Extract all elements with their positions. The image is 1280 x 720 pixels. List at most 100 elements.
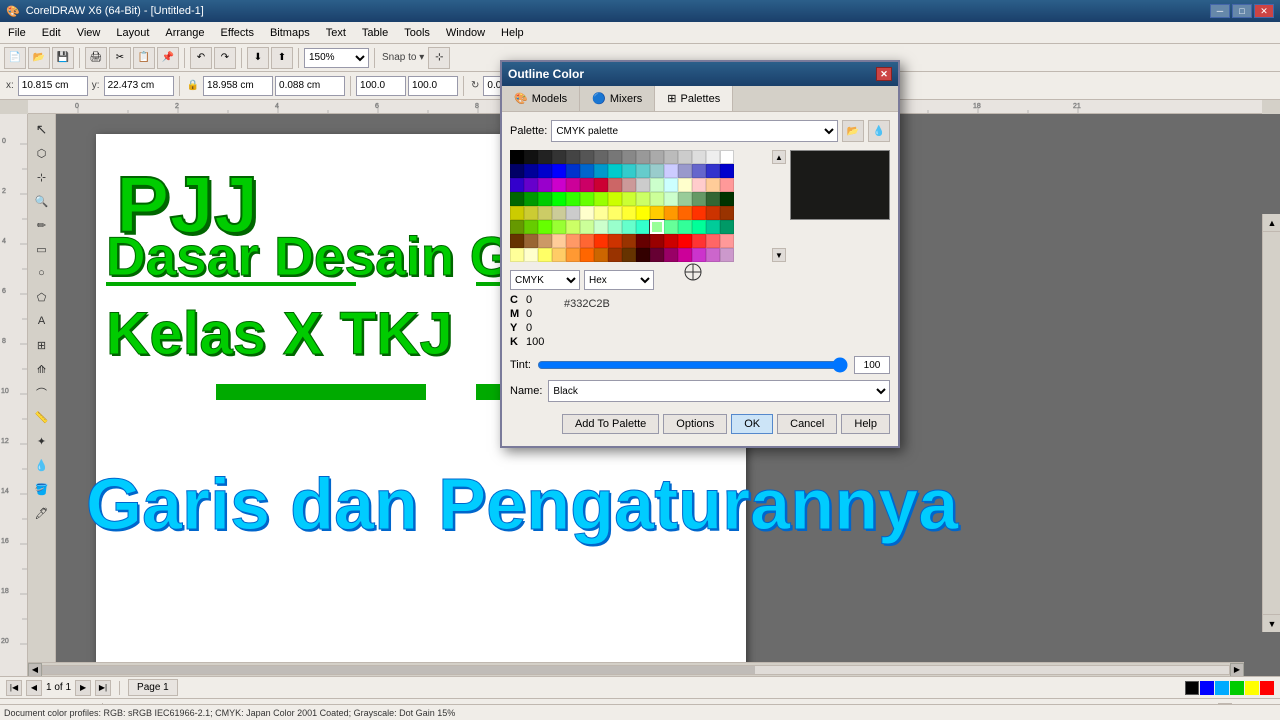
swatch-cell[interactable] <box>664 206 678 220</box>
menu-tools[interactable]: Tools <box>396 22 438 43</box>
swatch-cell[interactable] <box>608 234 622 248</box>
swatch-cell[interactable] <box>608 220 622 234</box>
page-next-btn[interactable]: ▶ <box>75 680 91 696</box>
swatch-cell[interactable] <box>622 164 636 178</box>
swatch-cell[interactable] <box>664 234 678 248</box>
swatch-cell[interactable] <box>650 206 664 220</box>
swatch-cell[interactable] <box>552 150 566 164</box>
swatch-cell[interactable] <box>566 220 580 234</box>
menu-text[interactable]: Text <box>318 22 354 43</box>
swatch-cell[interactable] <box>580 206 594 220</box>
ellipse-tool[interactable]: ○ <box>31 262 53 284</box>
maximize-button[interactable]: □ <box>1232 4 1252 18</box>
swatch-cell[interactable] <box>580 220 594 234</box>
scroll-right-btn[interactable]: ▶ <box>1230 663 1244 677</box>
swatch-cell[interactable] <box>524 178 538 192</box>
freehand-tool[interactable]: ✏ <box>31 214 53 236</box>
scroll-left-btn[interactable]: ◀ <box>28 663 42 677</box>
swatch-cell[interactable] <box>664 164 678 178</box>
swatch-cell[interactable] <box>566 164 580 178</box>
scale-y-input[interactable] <box>408 76 458 96</box>
table-tool[interactable]: ⊞ <box>31 334 53 356</box>
swatch-cell[interactable] <box>720 164 734 178</box>
add-to-palette-button[interactable]: Add To Palette <box>562 414 659 434</box>
menu-arrange[interactable]: Arrange <box>157 22 212 43</box>
swatch-cell[interactable] <box>608 248 622 262</box>
page-last-btn[interactable]: ▶| <box>95 680 111 696</box>
swatch-cell[interactable] <box>538 234 552 248</box>
swatch-cell[interactable] <box>524 220 538 234</box>
swatch-cell[interactable] <box>678 234 692 248</box>
swatch-cell[interactable] <box>552 206 566 220</box>
swatch-cell[interactable] <box>622 234 636 248</box>
menu-table[interactable]: Table <box>354 22 396 43</box>
menu-help[interactable]: Help <box>493 22 532 43</box>
swatch-cell[interactable] <box>664 220 678 234</box>
swatch-cell[interactable] <box>706 150 720 164</box>
swatch-cell[interactable] <box>538 150 552 164</box>
swatch-cell[interactable] <box>678 178 692 192</box>
swatch-cell[interactable] <box>524 150 538 164</box>
swatch-cell[interactable] <box>636 164 650 178</box>
swatch-cell[interactable] <box>510 164 524 178</box>
swatch-cell[interactable] <box>538 248 552 262</box>
swatch-cell[interactable] <box>594 248 608 262</box>
swatch-cell[interactable] <box>594 192 608 206</box>
swatch-cell[interactable] <box>664 178 678 192</box>
h-scrollbar-thumb[interactable] <box>43 666 755 674</box>
tint-slider[interactable] <box>537 358 848 372</box>
swatch-cell[interactable] <box>510 206 524 220</box>
palette-open-btn[interactable]: 📂 <box>842 120 864 142</box>
swatch-cell[interactable] <box>720 192 734 206</box>
swatch-cell[interactable] <box>580 164 594 178</box>
swatch-cell[interactable] <box>622 178 636 192</box>
swatch-cell[interactable] <box>622 220 636 234</box>
swatch-cell[interactable] <box>552 234 566 248</box>
swatch-cell[interactable] <box>594 206 608 220</box>
swatch-cell[interactable] <box>594 220 608 234</box>
swatch-cell[interactable] <box>552 248 566 262</box>
swatch-cell[interactable] <box>664 150 678 164</box>
palette-eyedropper-btn[interactable]: 💧 <box>868 120 890 142</box>
swatch-cell[interactable] <box>692 234 706 248</box>
swatch-cell[interactable] <box>524 248 538 262</box>
swatch-cell[interactable] <box>580 192 594 206</box>
swatch-cell[interactable] <box>678 150 692 164</box>
swatch-cell[interactable] <box>636 220 650 234</box>
outline-tool[interactable]: 🖊 <box>31 502 53 524</box>
menu-window[interactable]: Window <box>438 22 493 43</box>
swatch-cell[interactable] <box>566 150 580 164</box>
swatch-cell[interactable] <box>706 192 720 206</box>
import-button[interactable]: ⬇ <box>247 47 269 69</box>
swatch-yellow[interactable] <box>1245 681 1259 695</box>
swatch-red[interactable] <box>1260 681 1274 695</box>
swatch-cell[interactable] <box>580 150 594 164</box>
menu-view[interactable]: View <box>69 22 109 43</box>
swatch-blue[interactable] <box>1200 681 1214 695</box>
swatch-cell[interactable] <box>720 248 734 262</box>
swatch-cell[interactable] <box>510 192 524 206</box>
page-first-btn[interactable]: |◀ <box>6 680 22 696</box>
interactive-tool[interactable]: ✦ <box>31 430 53 452</box>
swatch-cell[interactable] <box>650 192 664 206</box>
swatch-cell[interactable] <box>692 220 706 234</box>
snap-btn[interactable]: ⊹ <box>428 47 450 69</box>
height-input[interactable] <box>275 76 345 96</box>
swatch-cell[interactable] <box>524 192 538 206</box>
polygon-tool[interactable]: ⬠ <box>31 286 53 308</box>
swatch-green[interactable] <box>1230 681 1244 695</box>
swatch-scroll-up[interactable]: ▲ <box>772 150 786 164</box>
color-name-select[interactable]: Black <box>548 380 890 402</box>
swatch-cell[interactable] <box>552 192 566 206</box>
swatch-cell[interactable] <box>608 178 622 192</box>
swatch-cell[interactable] <box>692 150 706 164</box>
swatch-cell[interactable] <box>706 248 720 262</box>
page-prev-btn[interactable]: ◀ <box>26 680 42 696</box>
menu-effects[interactable]: Effects <box>213 22 262 43</box>
swatch-cell[interactable] <box>664 192 678 206</box>
swatch-cell[interactable] <box>650 150 664 164</box>
swatch-cell[interactable] <box>566 178 580 192</box>
swatch-cell[interactable] <box>552 164 566 178</box>
swatch-cell[interactable] <box>538 206 552 220</box>
swatch-cell[interactable] <box>678 206 692 220</box>
